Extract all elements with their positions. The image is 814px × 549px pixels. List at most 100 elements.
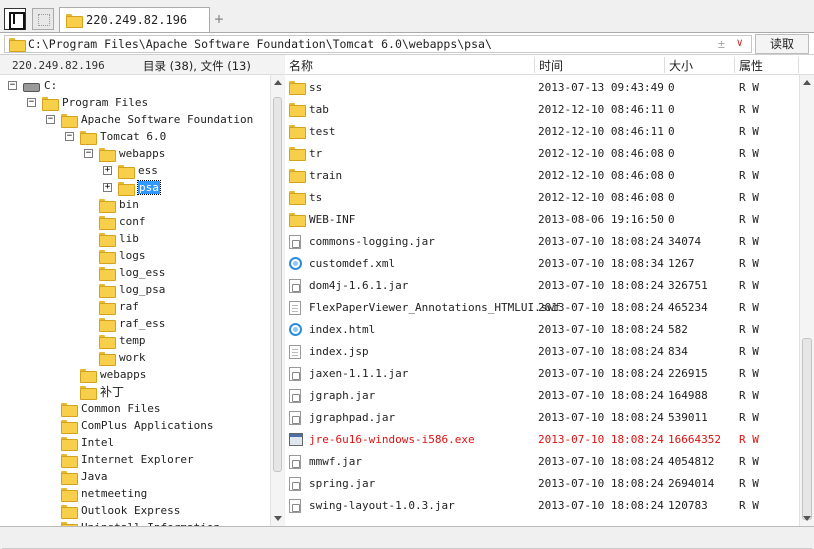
- file-row[interactable]: jgraphpad.jar 2013-07-10 18:08:24 539011 R …: [285, 407, 799, 429]
- tree-node-label: ess: [138, 164, 158, 177]
- tree-node[interactable]: webapps: [65, 366, 146, 383]
- file-size: 2694014: [668, 477, 715, 490]
- tree-node[interactable]: − Apache Software Foundation: [46, 111, 253, 128]
- folder-icon: [118, 181, 135, 196]
- tree-node[interactable]: raf_ess: [84, 315, 165, 332]
- file-row[interactable]: ts 2012-12-10 08:46:08 0 R W: [285, 187, 799, 209]
- folder-icon: [61, 453, 78, 468]
- scroll-down-icon[interactable]: [803, 516, 811, 521]
- file-row[interactable]: tr 2012-12-10 08:46:08 0 R W: [285, 143, 799, 165]
- file-row[interactable]: mmwf.jar 2013-07-10 18:08:24 4054812 R W: [285, 451, 799, 473]
- file-row[interactable]: test 2012-12-10 08:46:11 0 R W: [285, 121, 799, 143]
- file-row[interactable]: jre-6u16-windows-i586.exe 2013-07-10 18:0…: [285, 429, 799, 451]
- collapse-icon[interactable]: −: [84, 149, 93, 158]
- file-row[interactable]: jgraph.jar 2013-07-10 18:08:24 164988 R W: [285, 385, 799, 407]
- file-row[interactable]: jaxen-1.1.1.jar 2013-07-10 18:08:24 226915…: [285, 363, 799, 385]
- file-time: 2013-07-10 18:08:34: [538, 257, 664, 270]
- folder-icon: [80, 385, 97, 400]
- collapse-icon[interactable]: −: [27, 98, 36, 107]
- column-header-size[interactable]: 大小: [665, 57, 735, 73]
- tree-node[interactable]: 补丁: [65, 383, 124, 400]
- file-list-scrollbar[interactable]: [799, 75, 814, 526]
- column-header-name[interactable]: 名称: [285, 57, 535, 73]
- file-row[interactable]: ss 2013-07-13 09:43:49 0 R W: [285, 77, 799, 99]
- pin-icon[interactable]: ±: [718, 37, 725, 51]
- file-size: 120783: [668, 499, 708, 512]
- file-size: 465234: [668, 301, 708, 314]
- tree-node-label: ComPlus Applications: [81, 419, 214, 432]
- tree-node[interactable]: − Tomcat 6.0: [65, 128, 166, 145]
- tree-node[interactable]: log_ess: [84, 264, 165, 281]
- tree-node[interactable]: netmeeting: [46, 485, 147, 502]
- tree-node-label: webapps: [100, 368, 147, 381]
- file-row[interactable]: swing-layout-1.0.3.jar 2013-07-10 18:08:2…: [285, 495, 799, 517]
- tree-node[interactable]: work: [84, 349, 146, 366]
- file-row[interactable]: index.jsp 2013-07-10 18:08:24 834 R W: [285, 341, 799, 363]
- tree-node[interactable]: Uninstall Information: [46, 519, 220, 526]
- collapse-icon[interactable]: −: [46, 115, 55, 124]
- file-time: 2012-12-10 08:46:08: [538, 147, 664, 160]
- column-header-time[interactable]: 时间: [535, 57, 665, 73]
- scroll-down-icon[interactable]: [274, 516, 282, 521]
- file-row[interactable]: customdef.xml 2013-07-10 18:08:34 1267 R W: [285, 253, 799, 275]
- expand-icon[interactable]: +: [103, 166, 112, 175]
- scroll-thumb[interactable]: [273, 97, 282, 472]
- file-row[interactable]: tab 2012-12-10 08:46:11 0 R W: [285, 99, 799, 121]
- scroll-up-icon[interactable]: [803, 80, 811, 85]
- tab-connection[interactable]: 220.249.82.196: [59, 7, 210, 32]
- tree-node[interactable]: − webapps: [84, 145, 165, 162]
- tree-node[interactable]: logs: [84, 247, 146, 264]
- view-toggle-button[interactable]: [32, 8, 54, 30]
- file-size: 0: [668, 147, 675, 160]
- tree-node[interactable]: temp: [84, 332, 146, 349]
- file-row[interactable]: FlexPaperViewer_Annotations_HTMLUI.swf 20…: [285, 297, 799, 319]
- tree-node[interactable]: bin: [84, 196, 139, 213]
- add-tab-button[interactable]: +: [212, 11, 226, 27]
- tree-node[interactable]: log_psa: [84, 281, 165, 298]
- read-button[interactable]: 读取: [755, 34, 809, 54]
- file-attr: R W: [739, 455, 759, 468]
- folder-icon: [289, 191, 306, 205]
- file-row[interactable]: commons-logging.jar 2013-07-10 18:08:24 34…: [285, 231, 799, 253]
- folder-icon: [289, 213, 306, 227]
- tree-node-label: Intel: [81, 436, 115, 449]
- tree-node[interactable]: Common Files: [46, 400, 160, 417]
- scroll-up-icon[interactable]: [274, 80, 282, 85]
- file-list: ss 2013-07-13 09:43:49 0 R W tab 2012-12-10 0…: [285, 77, 799, 526]
- chevron-down-icon[interactable]: ∨: [736, 36, 743, 49]
- tree-node[interactable]: raf: [84, 298, 139, 315]
- tree-node[interactable]: conf: [84, 213, 146, 230]
- tree-node[interactable]: − C:: [8, 77, 57, 94]
- file-row[interactable]: WEB-INF 2013-08-06 19:16:50 0 R W: [285, 209, 799, 231]
- tree-node[interactable]: + psa: [103, 179, 161, 196]
- tree-scrollbar[interactable]: [270, 75, 284, 526]
- panel-toggle-button[interactable]: [4, 8, 26, 30]
- folder-icon: [61, 504, 78, 519]
- column-header-attr[interactable]: 属性: [735, 57, 799, 73]
- tree-node[interactable]: Intel: [46, 434, 114, 451]
- file-row[interactable]: dom4j-1.6.1.jar 2013-07-10 18:08:24 326751…: [285, 275, 799, 297]
- tree-node[interactable]: ComPlus Applications: [46, 417, 213, 434]
- web-file-icon: [289, 323, 302, 336]
- tree-node[interactable]: Java: [46, 468, 108, 485]
- expand-icon[interactable]: +: [103, 183, 112, 192]
- tree-node[interactable]: Internet Explorer: [46, 451, 194, 468]
- tree-node-label: webapps: [119, 147, 166, 160]
- collapse-icon[interactable]: −: [65, 132, 74, 141]
- tree-node[interactable]: Outlook Express: [46, 502, 180, 519]
- tree-node[interactable]: lib: [84, 230, 139, 247]
- collapse-icon[interactable]: −: [8, 81, 17, 90]
- scroll-thumb[interactable]: [802, 338, 812, 520]
- tree-node[interactable]: − Program Files: [27, 94, 148, 111]
- tree-node[interactable]: + ess: [103, 162, 158, 179]
- file-row[interactable]: train 2012-12-10 08:46:08 0 R W: [285, 165, 799, 187]
- file-row[interactable]: index.html 2013-07-10 18:08:24 582 R W: [285, 319, 799, 341]
- file-row[interactable]: spring.jar 2013-07-10 18:08:24 2694014 R W: [285, 473, 799, 495]
- file-time: 2013-07-10 18:08:24: [538, 235, 664, 248]
- path-input[interactable]: C:\Program Files\Apache Software Foundat…: [4, 35, 752, 53]
- file-name: tab: [309, 103, 329, 116]
